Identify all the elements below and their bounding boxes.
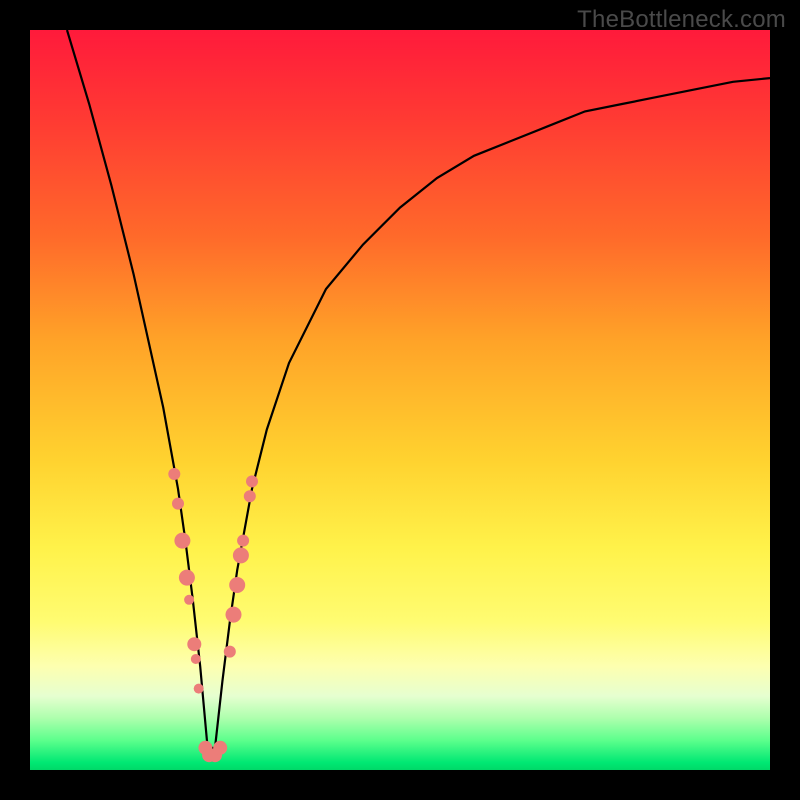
watermark-text: TheBottleneck.com — [577, 6, 786, 34]
data-marker — [233, 547, 249, 563]
data-marker — [187, 637, 201, 651]
data-marker — [194, 684, 204, 694]
data-marker — [213, 741, 227, 755]
data-marker — [172, 498, 184, 510]
data-marker — [246, 475, 258, 487]
curve-layer — [30, 30, 770, 770]
plot-area — [30, 30, 770, 770]
data-marker — [226, 607, 242, 623]
data-marker — [224, 646, 236, 658]
data-marker — [237, 535, 249, 547]
data-marker — [229, 577, 245, 593]
bottleneck-curve — [67, 30, 770, 748]
chart-frame: TheBottleneck.com — [0, 0, 800, 800]
data-marker — [184, 595, 194, 605]
data-marker — [244, 490, 256, 502]
data-marker — [179, 570, 195, 586]
data-marker — [191, 654, 201, 664]
data-marker — [168, 468, 180, 480]
data-marker — [174, 533, 190, 549]
